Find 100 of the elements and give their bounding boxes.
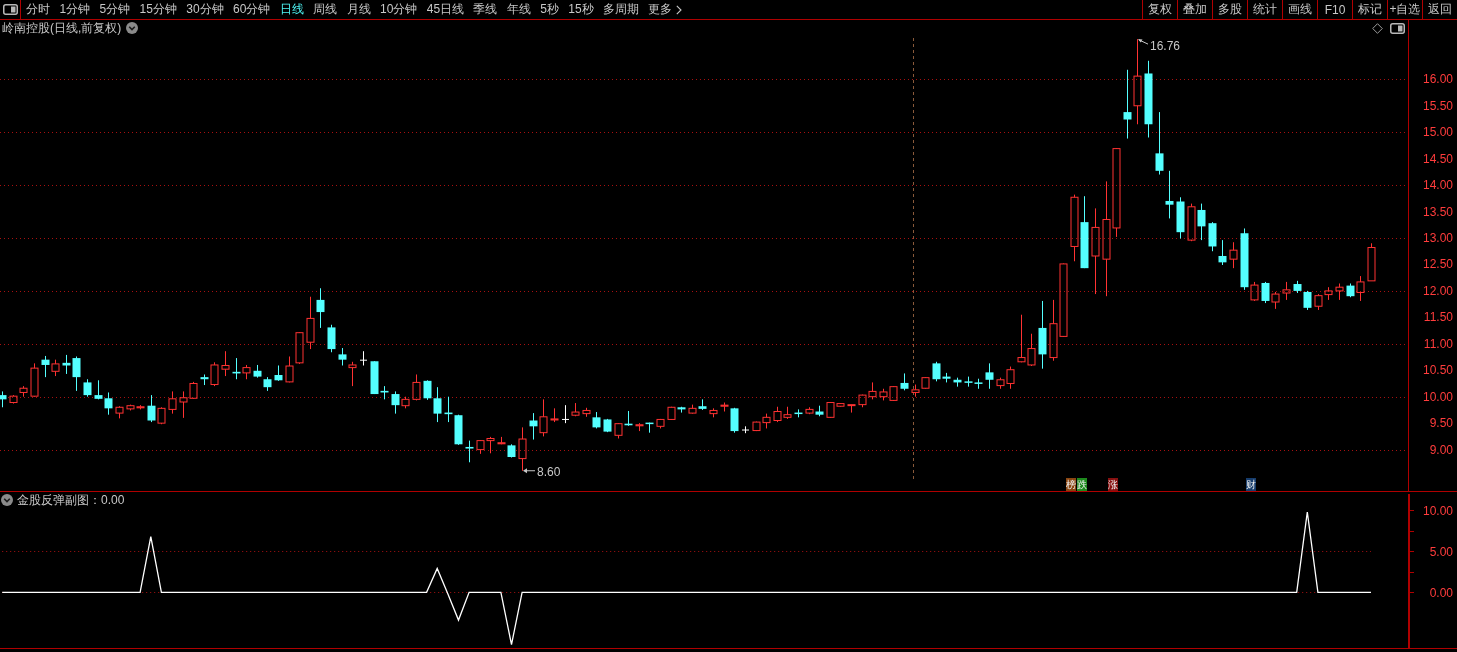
rising-candle (115, 405, 124, 419)
falling-candle (1123, 69, 1132, 140)
rising-candle (709, 407, 718, 418)
rising-candle (783, 406, 792, 420)
rising-candle (1250, 281, 1259, 302)
rising-candle (868, 381, 877, 400)
rising-candle (1356, 275, 1365, 302)
period-tab[interactable]: 季线 (473, 0, 498, 19)
falling-candle (444, 396, 453, 423)
rising-candle (1187, 203, 1196, 242)
rising-candle (518, 426, 527, 472)
axis-label: 14.50 (1422, 152, 1453, 166)
falling-candle (1261, 281, 1270, 304)
falling-candle (465, 440, 474, 463)
falling-candle (974, 378, 983, 390)
period-tab[interactable]: 1分钟 (59, 0, 91, 19)
falling-candle (274, 365, 283, 382)
axis-label: 13.00 (1422, 231, 1453, 245)
rising-candle (1229, 241, 1238, 269)
rising-candle (1324, 286, 1333, 301)
period-tab[interactable]: 年线 (506, 0, 531, 19)
rising-candle (773, 406, 782, 423)
falling-candle (507, 443, 516, 459)
doji-candle (741, 425, 750, 434)
axis-label: 11.50 (1423, 310, 1453, 324)
event-tag[interactable]: 榜 (1066, 478, 1076, 491)
falling-candle (603, 418, 612, 433)
toolbar-button[interactable]: +自选 (1387, 0, 1422, 19)
rising-candle (30, 362, 39, 398)
falling-candle (94, 379, 103, 400)
period-tab[interactable]: 60分钟 (233, 0, 271, 19)
falling-candle (41, 355, 50, 378)
panel-icon (1390, 22, 1405, 34)
period-tab[interactable]: 15秒 (568, 0, 594, 19)
layout-toggle-button[interactable] (0, 0, 21, 19)
rising-candle (847, 404, 856, 414)
period-tab[interactable]: 分时 (26, 0, 50, 19)
chevron-down-icon (1, 494, 13, 506)
falling-candle (1197, 203, 1206, 241)
rising-candle (401, 396, 410, 409)
rising-candle (19, 385, 28, 398)
falling-candle (900, 372, 909, 391)
falling-candle (147, 394, 156, 423)
falling-candle (1176, 196, 1185, 240)
rising-candle (285, 356, 294, 383)
period-tab[interactable]: 15分钟 (139, 0, 177, 19)
rising-candle (295, 331, 304, 365)
falling-candle (338, 347, 347, 366)
rising-candle (157, 406, 166, 425)
falling-candle (964, 376, 973, 388)
chevron-down-icon (126, 22, 139, 34)
period-tab[interactable]: 日线 (279, 0, 304, 19)
period-tab[interactable]: 月线 (346, 0, 371, 19)
price-label: 8.60 (537, 464, 561, 479)
falling-candle (1240, 228, 1249, 291)
chevron-right-icon (676, 4, 683, 15)
falling-candle (0, 390, 7, 408)
falling-candle (263, 376, 272, 392)
falling-candle (953, 377, 962, 388)
indicator-title: 金股反弹副图：0.00 (17, 491, 125, 509)
falling-candle (624, 410, 633, 427)
axis-label: 10.50 (1422, 363, 1453, 377)
falling-candle (104, 391, 113, 416)
falling-candle (83, 378, 92, 398)
rising-candle (168, 390, 177, 415)
rising-candle (688, 404, 697, 415)
period-tab[interactable]: 5分钟 (99, 0, 131, 19)
chart-title: 岭南控股(日线,前复权) (2, 19, 122, 37)
axis-label: 13.50 (1422, 205, 1453, 219)
rising-candle (889, 385, 898, 402)
rising-candle (1314, 293, 1323, 311)
axis-label: 9.50 (1429, 416, 1453, 430)
rising-candle (879, 388, 888, 401)
rising-candle (539, 398, 548, 437)
event-tag[interactable]: 财 (1246, 478, 1256, 491)
period-tab[interactable]: 周线 (313, 0, 338, 19)
period-tab[interactable]: 5秒 (540, 0, 559, 19)
period-tab[interactable]: 多周期 (603, 0, 640, 19)
rising-candle (497, 436, 506, 445)
period-tab[interactable]: 30分钟 (186, 0, 224, 19)
falling-candle (454, 414, 463, 446)
falling-candle (645, 422, 654, 434)
rising-candle (1367, 242, 1376, 282)
falling-candle (1165, 170, 1174, 219)
axis-label: 15.00 (1422, 125, 1453, 139)
rising-candle (9, 394, 18, 405)
axis-label: 10.00 (1422, 390, 1453, 404)
rising-candle (412, 374, 421, 401)
falling-candle (1155, 111, 1164, 175)
falling-candle (1218, 239, 1227, 266)
period-tab[interactable]: 45日线 (426, 0, 465, 19)
falling-candle (316, 287, 325, 329)
more-button[interactable]: 更多 (648, 0, 683, 19)
axis-label: 9.00 (1429, 443, 1453, 457)
doji-candle (561, 404, 570, 424)
period-tab[interactable]: 10分钟 (379, 0, 418, 19)
event-tag[interactable]: 跌 (1077, 478, 1087, 491)
doji-candle (359, 350, 368, 366)
rising-candle (306, 296, 315, 350)
event-tag[interactable]: 涨 (1108, 478, 1118, 491)
